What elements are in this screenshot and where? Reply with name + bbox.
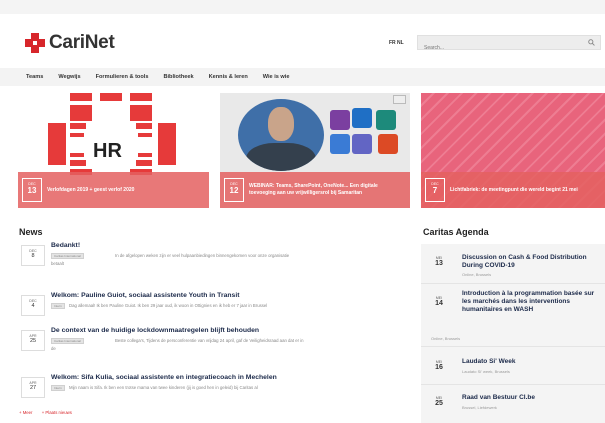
agenda-location: Online, Brussels (462, 272, 492, 277)
agenda-title-link[interactable]: Laudato Si' Week (462, 358, 600, 366)
search-box[interactable] (417, 35, 601, 55)
news-date: APR 25 (21, 330, 45, 351)
agenda-title-link[interactable]: Introduction à la programmation basée su… (462, 290, 600, 314)
news-carousel: HR DEC 13 Verlofdagen 2019 + geest verlo… (18, 93, 605, 208)
news-snippet-cont: betaalt (51, 261, 64, 266)
news-day: 25 (29, 338, 37, 344)
nav-item-wegwijs[interactable]: Wegwijs (58, 74, 80, 80)
slide-day: 13 (27, 186, 37, 195)
nav-item-kennis[interactable]: Kennis & leren (209, 74, 248, 80)
agenda-location: Brussel, Liefdewerk (462, 405, 497, 410)
news-snippet: Dag allemaal! Ik ben Pauline Guiot. Ik b… (69, 303, 268, 308)
slide-toggle[interactable] (393, 95, 406, 104)
slide-caption: DEC 7 Lichtfabriek: de meetingpunt die w… (421, 172, 605, 208)
news-date: DEC 8 (21, 245, 45, 266)
more-news-link[interactable]: + Meer (19, 410, 33, 415)
main-navigation: Teams Wegwijs Formulieren & tools Biblio… (0, 68, 605, 86)
agenda-date: MEI 13 (427, 252, 451, 277)
news-title-link[interactable]: Welkom: Sifa Kulia, sociaal assistente e… (51, 374, 277, 381)
slide-caption: DEC 13 Verlofdagen 2019 + geest verlof 2… (18, 172, 209, 208)
nav-item-teams[interactable]: Teams (26, 74, 43, 80)
news-snippet: Mijn naam is Sifa. Ik ben een trotse mam… (69, 385, 258, 390)
slide-title: WEBINAR: Teams, SharePoint, OneNote... E… (249, 183, 378, 196)
agenda-date: MEI 16 (427, 356, 451, 381)
agenda-panel: MEI 13 Discussion on Cash & Food Distrib… (421, 244, 605, 423)
news-category-badge: Intern (51, 303, 65, 309)
agenda-day: 25 (435, 400, 443, 407)
search-input[interactable] (418, 41, 578, 55)
agenda-separator (421, 346, 605, 347)
agenda-date: MEI 25 (427, 392, 451, 417)
speaker-photo (238, 99, 324, 171)
news-item[interactable]: DEC 4 Welkom: Pauline Guiot, sociaal ass… (19, 292, 409, 330)
news-snippet: In de afgelopen weken zijn er veel hulpa… (115, 253, 290, 258)
agenda-day: 13 (435, 260, 443, 267)
agenda-title-link[interactable]: Discussion on Cash & Food Distribution D… (462, 254, 600, 270)
slide-day: 12 (229, 186, 239, 195)
news-day: 27 (29, 385, 37, 391)
search-icon[interactable] (588, 39, 595, 46)
slide-title: Verlofdagen 2019 + geest verlof 2020 (47, 186, 135, 193)
news-category-badge: Caritas International (51, 253, 84, 259)
slide-title: Lichtfabriek: de meetingpunt die wereld … (450, 186, 578, 193)
agenda-heading: Caritas Agenda (423, 227, 489, 237)
agenda-location: Laudato Si' week, Brussels (462, 369, 510, 374)
language-switcher[interactable]: FR NL (389, 40, 404, 46)
hr-image-text: HR (93, 140, 122, 162)
agenda-separator (421, 384, 605, 385)
nav-item-wie-is-wie[interactable]: Wie is wie (263, 74, 290, 80)
news-day: 8 (31, 253, 35, 259)
news-footer: + Meer + Plaats nieuws (19, 410, 80, 415)
news-date: DEC 4 (21, 295, 45, 316)
carinet-logo[interactable]: CariNet (24, 30, 115, 56)
news-title-link[interactable]: De context van de huidige lockdownmaatre… (51, 327, 259, 334)
post-news-link[interactable]: + Plaats nieuws (42, 410, 72, 415)
caritas-cross-icon (24, 32, 46, 54)
news-day: 4 (31, 303, 35, 309)
nav-item-formulieren[interactable]: Formulieren & tools (96, 74, 149, 80)
logo-text: CariNet (49, 32, 115, 53)
agenda-separator (421, 283, 605, 284)
carousel-slide-webinar[interactable]: DEC 12 WEBINAR: Teams, SharePoint, OneNo… (220, 93, 410, 208)
news-item[interactable]: DEC 8 Bedankt! Caritas International In … (19, 242, 409, 280)
agenda-day: 16 (435, 364, 443, 371)
news-snippet-cont: de (51, 346, 56, 351)
office-app-icons (330, 108, 406, 168)
agenda-day: 14 (435, 300, 443, 307)
news-heading: News (19, 227, 43, 237)
slide-date: DEC 7 (425, 178, 445, 202)
news-item[interactable]: APR 27 Welkom: Sifa Kulia, sociaal assis… (19, 374, 409, 412)
nav-item-bibliotheek[interactable]: Bibliotheek (163, 74, 193, 80)
slide-caption: DEC 12 WEBINAR: Teams, SharePoint, OneNo… (220, 172, 410, 208)
carousel-slide-hr[interactable]: HR DEC 13 Verlofdagen 2019 + geest verlo… (18, 93, 209, 208)
agenda-location: Online, Brussels (431, 336, 461, 341)
top-band (0, 0, 605, 14)
news-category-badge: Intern (51, 385, 65, 391)
agenda-title-link[interactable]: Raad van Bestuur CI.be (462, 394, 600, 402)
slide-date: DEC 12 (224, 178, 244, 202)
news-item[interactable]: APR 25 De context van de huidige lockdow… (19, 327, 409, 365)
slide-date: DEC 13 (22, 178, 42, 202)
slide-day: 7 (432, 186, 438, 195)
news-title-link[interactable]: Bedankt! (51, 242, 80, 249)
news-category-badge: Caritas International (51, 338, 84, 344)
news-title-link[interactable]: Welkom: Pauline Guiot, sociaal assistent… (51, 292, 239, 299)
agenda-date: MEI 14 (427, 292, 451, 317)
news-snippet: Beste collega's, Tijdens de persconferen… (115, 338, 304, 343)
news-date: APR 27 (21, 377, 45, 398)
carousel-slide-lichtfabriek[interactable]: DEC 7 Lichtfabriek: de meetingpunt die w… (421, 93, 605, 208)
